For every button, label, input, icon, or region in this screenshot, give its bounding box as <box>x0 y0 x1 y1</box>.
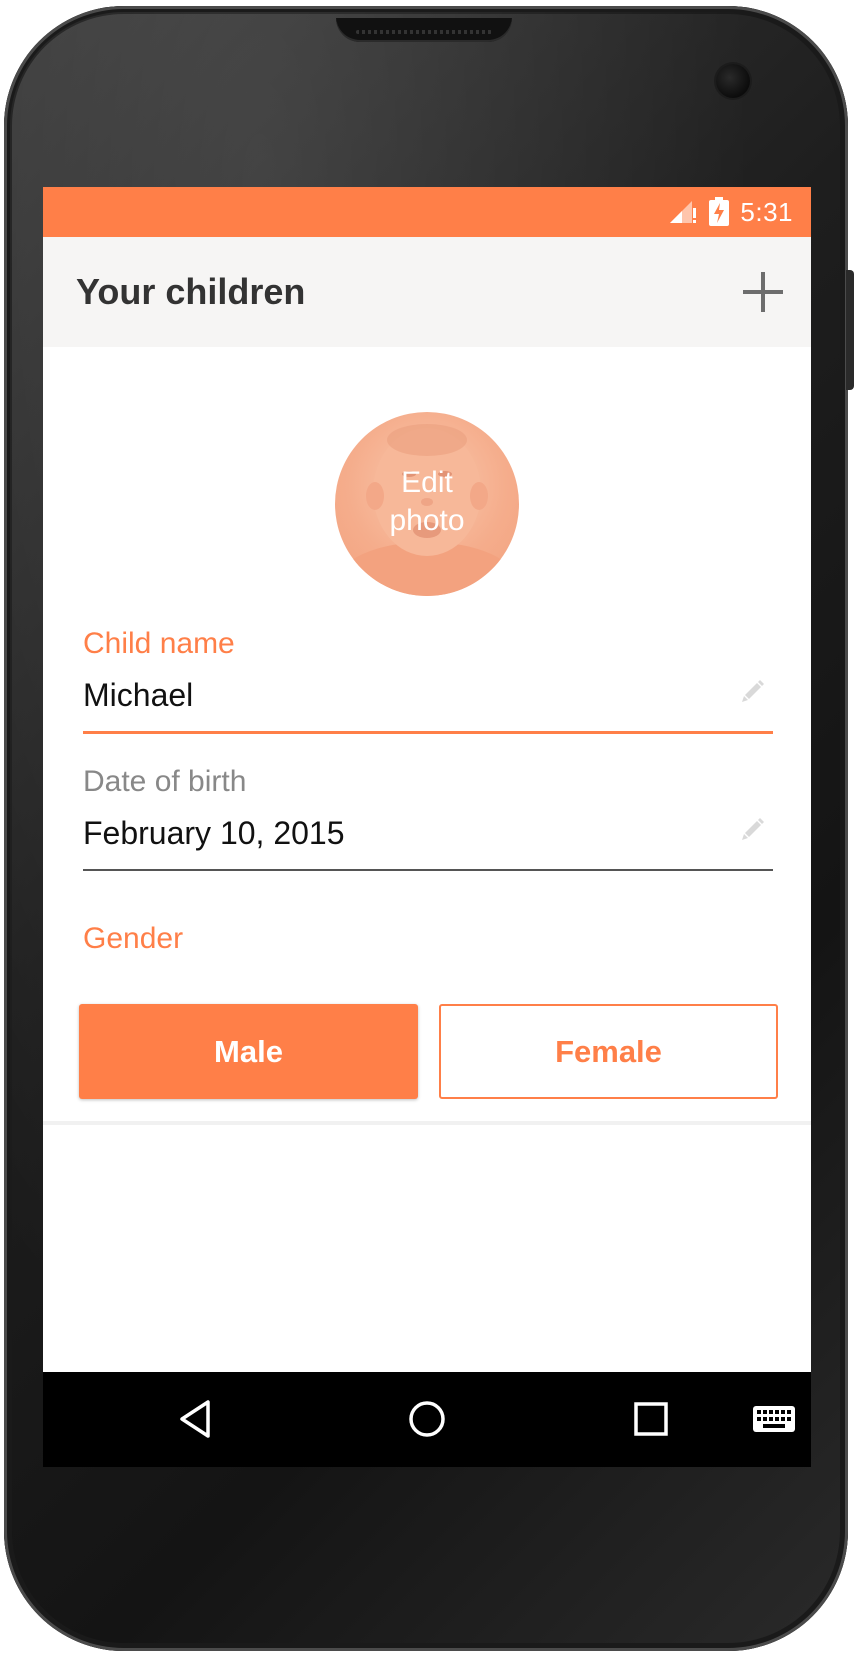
status-time: 5:31 <box>740 196 793 227</box>
date-of-birth-field[interactable]: February 10, 2015 <box>83 815 345 852</box>
battery-charging-icon <box>709 197 730 226</box>
child-form: Edit photo Child name Michael Date of bi… <box>43 347 811 1377</box>
gender-female-button[interactable]: Female <box>439 1004 778 1099</box>
screen: 5:31 Your children Edit photo Child name… <box>43 187 811 1467</box>
gender-label: Gender <box>83 922 184 955</box>
app-bar: Your children <box>43 237 811 347</box>
status-icons: 5:31 <box>668 187 793 237</box>
edit-photo-label: Edit photo <box>389 466 465 537</box>
child-name-label: Child name <box>83 627 235 660</box>
recents-square-icon[interactable] <box>626 1394 676 1444</box>
system-nav-bar <box>43 1372 811 1467</box>
section-divider <box>43 1121 811 1125</box>
keyboard-icon[interactable] <box>749 1394 799 1444</box>
date-of-birth-label: Date of birth <box>83 765 247 798</box>
front-camera <box>716 64 750 98</box>
child-name-underline <box>83 731 773 734</box>
home-circle-icon[interactable] <box>402 1394 452 1444</box>
pencil-icon[interactable] <box>739 677 767 705</box>
child-name-field[interactable]: Michael <box>83 677 193 714</box>
earpiece-speaker <box>336 18 512 42</box>
back-triangle-icon[interactable] <box>172 1394 222 1444</box>
edit-photo-button[interactable]: Edit photo <box>335 412 519 596</box>
pencil-icon[interactable] <box>739 815 767 843</box>
add-child-button[interactable] <box>741 270 785 314</box>
device-frame: 5:31 Your children Edit photo Child name… <box>0 0 856 1659</box>
power-button <box>846 270 854 390</box>
cell-signal-icon <box>670 201 697 223</box>
date-of-birth-underline <box>83 869 773 871</box>
status-bar: 5:31 <box>43 187 811 237</box>
page-title: Your children <box>76 271 306 312</box>
gender-male-button[interactable]: Male <box>79 1004 418 1099</box>
